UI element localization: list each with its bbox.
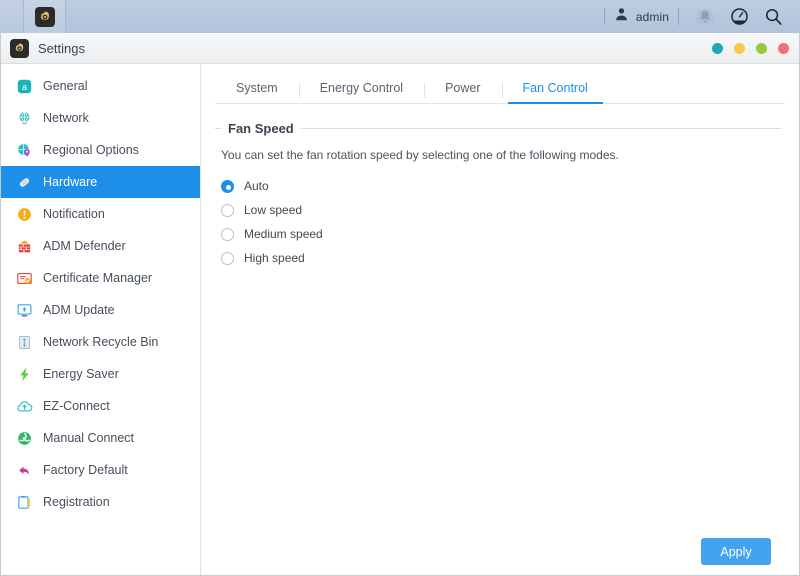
sidebar-item-factory-default[interactable]: Factory Default	[1, 454, 200, 486]
sidebar-item-regional-options[interactable]: Regional Options	[1, 134, 200, 166]
registration-icon	[15, 493, 33, 511]
tab-system[interactable]: System	[215, 80, 299, 104]
tab-power[interactable]: Power	[424, 80, 501, 104]
radio-label: Auto	[244, 179, 269, 193]
tab-label: System	[236, 80, 278, 95]
sidebar-item-label: Notification	[43, 207, 105, 221]
fan-speed-fieldset: Fan Speed You can set the fan rotation s…	[215, 120, 785, 270]
tab-label: Fan Control	[522, 80, 588, 95]
sidebar-item-label: Factory Default	[43, 463, 128, 477]
content-tabbar: System Energy Control Power Fan Control	[215, 68, 785, 104]
sidebar-item-label: Network Recycle Bin	[43, 335, 159, 349]
sidebar-item-label: Manual Connect	[43, 431, 135, 445]
radio-indicator[interactable]	[221, 179, 234, 193]
fan-speed-legend: Fan Speed	[221, 120, 301, 137]
adm-update-icon	[15, 301, 33, 319]
fan-speed-body: You can set the fan rotation speed by se…	[215, 138, 785, 270]
sidebar-item-label: General	[43, 79, 88, 93]
user-name-label: admin	[635, 9, 669, 24]
sidebar-item-hardware[interactable]: Hardware	[1, 166, 200, 198]
sidebar-item-label: Certificate Manager	[43, 271, 153, 285]
sidebar-item-ez-connect[interactable]: EZ-Connect	[1, 390, 200, 422]
settings-gear-icon	[10, 38, 29, 58]
window-titlebar: Settings	[1, 33, 799, 64]
ez-connect-icon	[15, 397, 33, 415]
hardware-icon	[15, 173, 33, 191]
notification-icon	[15, 205, 33, 223]
window-button-red[interactable]	[778, 42, 789, 54]
tab-label: Power	[445, 80, 481, 95]
radio-label: Low speed	[244, 203, 303, 217]
user-avatar-icon	[614, 6, 629, 27]
radio-option-low-speed[interactable]: Low speed	[221, 198, 785, 222]
sidebar-item-adm-update[interactable]: ADM Update	[1, 294, 200, 326]
user-menu[interactable]: admin	[614, 6, 669, 27]
topbar-left-edge	[0, 0, 24, 33]
general-icon: a	[15, 77, 33, 95]
panel-footer: Apply	[701, 538, 771, 565]
tab-label: Energy Control	[319, 80, 404, 95]
sidebar-item-manual-connect[interactable]: Manual Connect	[1, 422, 200, 454]
sidebar-item-label: Energy Saver	[43, 367, 119, 381]
radio-label: High speed	[244, 251, 305, 265]
radio-label: Medium speed	[244, 227, 323, 241]
fan-speed-description: You can set the fan rotation speed by se…	[221, 148, 619, 162]
radio-option-medium-speed[interactable]: Medium speed	[221, 222, 785, 246]
window-title: Settings	[38, 40, 85, 56]
sidebar-item-registration[interactable]: Registration	[1, 486, 200, 518]
tab-fan-control[interactable]: Fan Control	[501, 80, 609, 104]
radio-indicator[interactable]	[221, 227, 234, 241]
sidebar-item-network[interactable]: Network	[1, 102, 200, 134]
tab-energy-control[interactable]: Energy Control	[298, 80, 424, 104]
network-recycle-bin-icon	[15, 333, 33, 351]
window-body: a General Network Regional Options Hardw…	[1, 64, 799, 575]
topbar-divider-1	[603, 8, 605, 25]
fan-control-panel: Fan Speed You can set the fan rotation s…	[215, 104, 785, 575]
window-button-teal[interactable]	[712, 42, 723, 54]
system-topbar: admin	[0, 0, 800, 33]
dashboard-gauge-icon[interactable]	[722, 0, 756, 33]
certificate-manager-icon	[15, 269, 33, 287]
sidebar-item-label: Registration	[43, 495, 110, 509]
sidebar-item-network-recycle-bin[interactable]: Network Recycle Bin	[1, 326, 200, 358]
adm-defender-icon	[15, 237, 33, 255]
search-icon[interactable]	[756, 0, 790, 33]
sidebar-item-notification[interactable]: Notification	[1, 198, 200, 230]
notification-bell-icon[interactable]	[688, 0, 722, 33]
window-button-green[interactable]	[756, 42, 767, 54]
network-globe-icon	[15, 109, 33, 127]
sidebar-item-label: EZ-Connect	[43, 399, 110, 413]
desktop-background: admin Settings a General Network Regiona…	[0, 0, 800, 576]
sidebar-item-label: Hardware	[43, 175, 98, 189]
svg-text:a: a	[21, 82, 27, 92]
settings-window: Settings a General Network Regional Opti…	[0, 33, 800, 576]
radio-indicator[interactable]	[221, 203, 234, 217]
factory-default-icon	[15, 461, 33, 479]
radio-indicator[interactable]	[221, 251, 234, 265]
settings-sidebar: a General Network Regional Options Hardw…	[1, 64, 201, 575]
radio-option-high-speed[interactable]: High speed	[221, 246, 785, 270]
sidebar-item-energy-saver[interactable]: Energy Saver	[1, 358, 200, 390]
sidebar-item-label: Network	[43, 111, 89, 125]
manual-connect-icon	[15, 429, 33, 447]
settings-gear-icon	[34, 6, 55, 27]
settings-content: System Energy Control Power Fan Control	[201, 64, 799, 575]
sidebar-item-general[interactable]: a General	[1, 70, 200, 102]
window-button-group	[712, 42, 789, 54]
regional-options-icon	[15, 141, 33, 159]
sidebar-item-certificate-manager[interactable]: Certificate Manager	[1, 262, 200, 294]
window-button-yellow[interactable]	[734, 42, 745, 54]
taskbar-settings-app[interactable]	[24, 0, 66, 33]
sidebar-item-label: ADM Update	[43, 303, 115, 317]
topbar-right-tray: admin	[595, 0, 800, 33]
sidebar-item-adm-defender[interactable]: ADM Defender	[1, 230, 200, 262]
energy-saver-icon	[15, 365, 33, 383]
sidebar-item-label: Regional Options	[43, 143, 139, 157]
radio-option-auto[interactable]: Auto	[221, 174, 785, 198]
topbar-divider-2	[678, 8, 679, 25]
sidebar-item-label: ADM Defender	[43, 239, 126, 253]
apply-button[interactable]: Apply	[701, 538, 771, 565]
